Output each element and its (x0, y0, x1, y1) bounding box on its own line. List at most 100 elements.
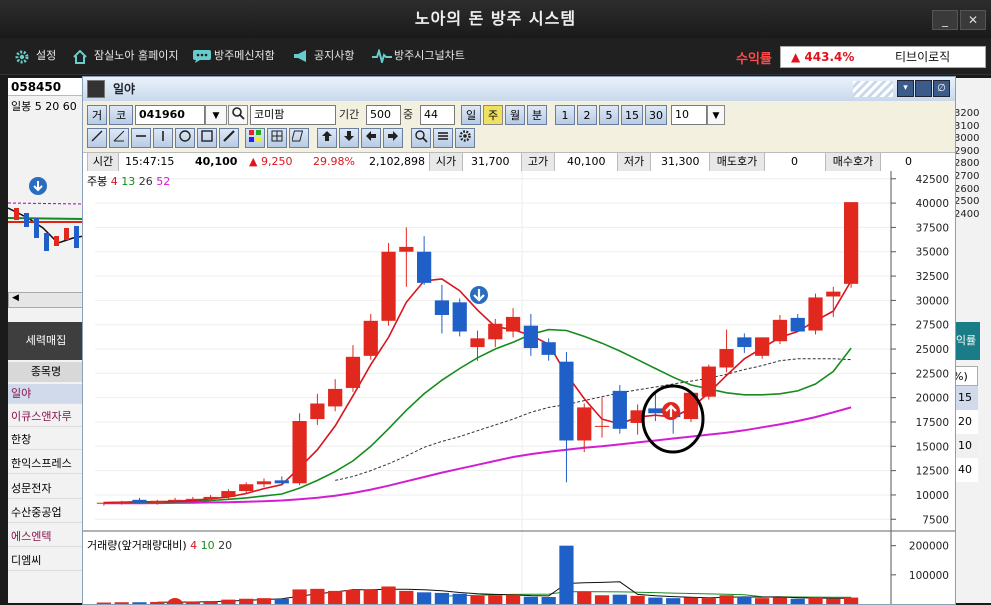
homepage-button[interactable]: 잠실노아 홈페이지 (72, 47, 178, 65)
minute-5-button[interactable]: 5 (599, 105, 619, 125)
volume-bar (239, 598, 254, 604)
legend-vol-ma4: 4 (190, 539, 198, 552)
y-tick-label: 42500 (916, 174, 949, 186)
candle (559, 351, 574, 483)
chart-control-row: 거 코 041960 ▼ 코미팜 기간 500 중 44 일 주 월 분 1 2… (87, 105, 951, 127)
line-tool-icon[interactable] (87, 128, 107, 148)
parallel-line-tool-icon[interactable] (289, 128, 309, 148)
volume-bar (577, 591, 592, 604)
chart-window-titlebar[interactable]: 일야 ▾ ∅ (83, 77, 955, 101)
grid-settings-icon[interactable] (267, 128, 287, 148)
profit-value: ▲ 443.4% (791, 50, 855, 64)
candle-body (328, 388, 343, 407)
minute-30-button[interactable]: 30 (645, 105, 667, 125)
period-minute-button[interactable]: 분 (527, 105, 547, 125)
arrow-up-icon[interactable] (317, 128, 337, 148)
chevron-down-icon[interactable]: ▼ (205, 105, 227, 125)
bg-right-tab[interactable]: 익률 (952, 322, 980, 360)
buy-signal-icon (166, 598, 184, 604)
settings-button[interactable]: 설정 (14, 47, 56, 65)
zoom-icon[interactable] (411, 128, 431, 148)
minute-15-button[interactable]: 15 (621, 105, 643, 125)
bg-stock-code[interactable]: 058450 (8, 78, 84, 96)
list-item[interactable]: 한익스프레스 (8, 454, 84, 474)
titlebar-pattern (853, 81, 893, 97)
volume-bar (559, 545, 574, 604)
vertical-line-tool-icon[interactable] (153, 128, 173, 148)
candle-body (150, 500, 165, 503)
pencil-tool-icon[interactable] (219, 128, 239, 148)
candle-body (719, 349, 734, 368)
list-item[interactable]: 에스엔텍 (8, 527, 84, 547)
volume-value: 2,102,898 (369, 155, 425, 168)
minute-select[interactable]: 10 (671, 105, 707, 125)
bg-tab-label[interactable]: 세력매집 (8, 322, 84, 360)
list-item[interactable]: 한창 (8, 430, 84, 450)
color-palette-icon[interactable] (245, 128, 265, 148)
chevron-down-icon[interactable]: ▼ (707, 105, 725, 125)
list-item[interactable]: 디엠씨 (8, 551, 84, 571)
chevron-down-icon[interactable]: ▾ (897, 80, 914, 97)
bg-scrollbar[interactable]: ◀ (8, 292, 84, 308)
legend-vol-ma20: 20 (218, 539, 233, 552)
list-item[interactable]: 이큐스앤자루 (8, 407, 84, 427)
notice-button[interactable]: 공지사항 (292, 47, 354, 65)
candle (292, 413, 307, 486)
search-icon[interactable] (228, 105, 248, 125)
candle (434, 284, 450, 334)
jung-input[interactable]: 44 (420, 105, 455, 125)
period-input[interactable]: 500 (366, 105, 401, 125)
chart-window-title: 일야 (113, 82, 136, 96)
gear-icon (14, 49, 32, 64)
candle (737, 333, 752, 353)
high-label: 고가 (521, 153, 555, 171)
bg-axis-label: 2600 (954, 183, 980, 195)
horizontal-line-tool-icon[interactable] (131, 128, 151, 148)
list-menu-icon[interactable] (433, 128, 453, 148)
arrow-left-icon[interactable] (361, 128, 381, 148)
stock-name-input[interactable]: 코미팜 (250, 105, 336, 125)
circle-tool-icon[interactable] (175, 128, 195, 148)
background-right-window: 3200 3100 3000 2900 2800 2700 2600 2500 … (952, 78, 991, 603)
bg-candle-info-text: 일봉 5 20 60 (11, 100, 77, 113)
angle-line-tool-icon[interactable] (109, 128, 129, 148)
chart-area[interactable]: 42500 40000 37500 35000 32500 30000 27500 25000… (83, 171, 955, 604)
app-title: 노아의 돈 방주 시스템 (414, 9, 577, 28)
btn-ge[interactable]: 거 (87, 105, 107, 125)
open-label: 시가 (429, 153, 463, 171)
rectangle-tool-icon[interactable] (197, 128, 217, 148)
messenger-button[interactable]: 방주메신저함 (192, 47, 275, 65)
list-item[interactable]: 수산중공업 (8, 503, 84, 523)
candle-body (221, 491, 236, 497)
bg-axis-label: 2800 (954, 158, 980, 170)
candle-body (203, 496, 218, 499)
close-button[interactable]: ✕ (960, 10, 986, 30)
candle-body (292, 421, 307, 484)
period-week-button[interactable]: 주 (483, 105, 503, 125)
candle-body (167, 499, 183, 501)
gear-icon[interactable] (455, 128, 475, 148)
profit-account: 티브이로직 (895, 50, 951, 64)
candle-body (808, 297, 823, 331)
close-icon[interactable]: ∅ (933, 80, 950, 97)
minute-2-button[interactable]: 2 (577, 105, 597, 125)
arrow-right-icon[interactable] (383, 128, 403, 148)
candle (594, 397, 610, 438)
minute-1-button[interactable]: 1 (555, 105, 575, 125)
period-month-button[interactable]: 월 (505, 105, 525, 125)
volume-bar (701, 598, 716, 604)
period-day-button[interactable]: 일 (461, 105, 481, 125)
minimize-button[interactable]: _ (932, 10, 958, 30)
list-item[interactable]: 일야 (8, 384, 84, 404)
stock-code-input[interactable]: 041960 (135, 105, 205, 125)
btn-ko[interactable]: 코 (109, 105, 133, 125)
candle-body (541, 342, 556, 355)
list-item[interactable]: 성문전자 (8, 479, 84, 499)
restore-icon[interactable] (915, 80, 932, 97)
signal-chart-button[interactable]: 방주시그널차트 (372, 47, 465, 66)
y-tick-label: 17500 (916, 417, 949, 429)
candle-body (399, 246, 414, 252)
candle-body (274, 480, 289, 484)
background-stock-window: 058450 일봉 5 20 60 ◀ 세력매집 종목명 일야 이큐스앤자루 한… (8, 78, 84, 603)
arrow-down-icon[interactable] (339, 128, 359, 148)
